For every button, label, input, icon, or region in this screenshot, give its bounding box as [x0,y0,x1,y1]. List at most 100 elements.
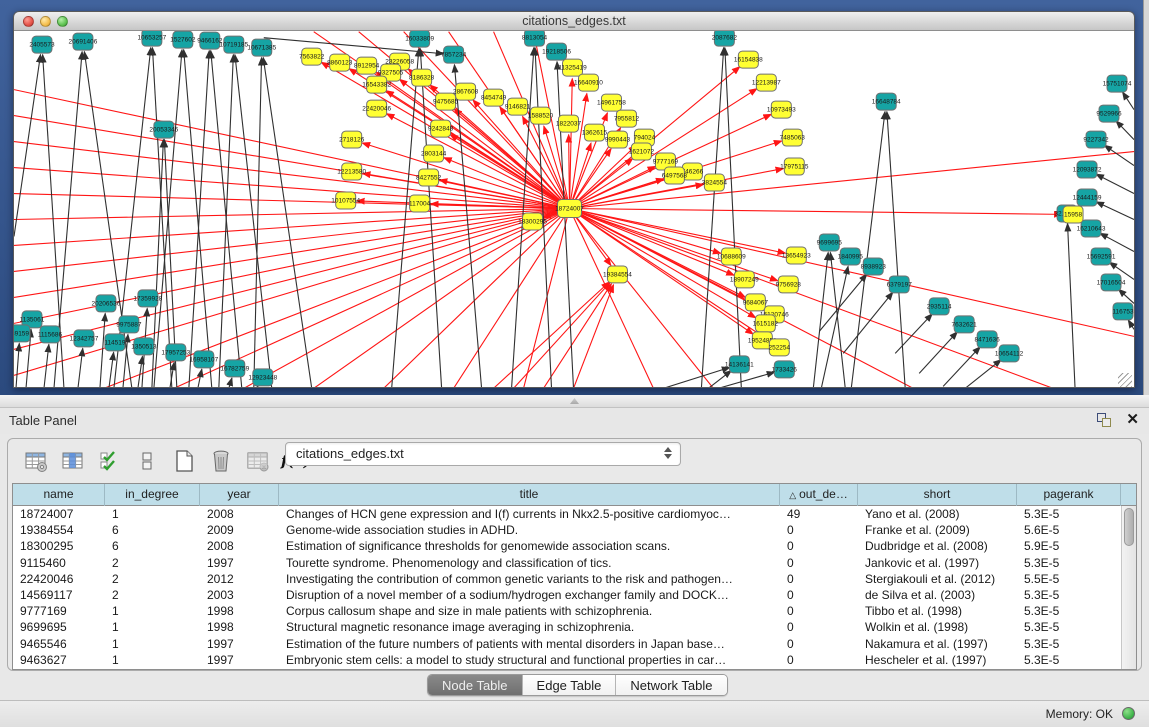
graph-node-1621072[interactable]: 1621072 [629,143,655,160]
graph-node-16958107[interactable]: 16958107 [189,351,218,368]
graph-node-17359928[interactable]: 17359928 [133,290,162,307]
graph-node-8860123[interactable]: 8860123 [327,54,353,71]
graph-node-16782759[interactable]: 16782759 [220,360,249,377]
graph-node-9756928[interactable]: 9756928 [776,276,802,293]
table-row[interactable]: 946554611997Estimation of the future num… [13,636,1136,652]
graph-node-1350513[interactable]: 1350513 [131,338,157,355]
graph-node-10107554[interactable]: 10107554 [331,192,360,209]
column-header-year[interactable]: year [200,484,279,506]
column-header-name[interactable]: name [13,484,105,506]
graph-node-2803144[interactable]: 2803144 [421,145,447,162]
graph-node-12213580[interactable]: 12213580 [337,163,366,180]
graph-node-1362615[interactable]: 1362615 [582,124,608,141]
divider-grip-icon[interactable] [570,398,579,404]
graph-node-2935114[interactable]: 2935114 [927,298,952,315]
graph-node-116753[interactable]: 116753 [1112,303,1134,320]
column-header-short[interactable]: short [858,484,1017,506]
graph-node-8186328[interactable]: 8186328 [409,69,435,86]
graph-node-9699695[interactable]: 9699695 [817,234,843,251]
table-row[interactable]: 2242004622012Investigating the contribut… [13,571,1136,587]
table-row[interactable]: 1830029562008Estimation of significance … [13,538,1136,554]
graph-node-117004[interactable]: 117004 [409,195,431,212]
graph-node-18907249[interactable]: 18907249 [730,271,759,288]
graph-node-15751074[interactable]: 15751074 [1103,75,1132,92]
graph-node-10688609[interactable]: 10688609 [717,248,746,265]
column-header-out_de[interactable]: △out_de… [780,484,858,506]
graph-node-7632621[interactable]: 7632621 [952,316,978,333]
graph-node-10973493[interactable]: 10973493 [767,101,796,118]
graph-node-2718126[interactable]: 2718126 [339,131,365,148]
maximize-window-button[interactable] [57,16,68,27]
table-row[interactable]: 911546021997Tourette syndrome. Phenomeno… [13,555,1136,571]
graph-node-11325419[interactable]: 11325419 [558,59,587,76]
graph-node-6497568[interactable]: 6497568 [662,167,688,184]
network-graph[interactable]: 2405573206914061065325715276029466162107… [14,31,1134,388]
graph-node-9990443[interactable]: 9990443 [605,131,631,148]
stacked-squares-icon[interactable] [133,448,160,475]
graph-node-7955812[interactable]: 7955812 [614,110,640,127]
graph-node-18724007[interactable]: 18724007 [555,200,584,218]
table-row[interactable]: 1872400712008Changes of HCN gene express… [13,506,1136,522]
graph-node-12923448[interactable]: 12923448 [248,369,277,386]
graph-node-9242848[interactable]: 9242848 [428,120,454,137]
close-panel-icon[interactable]: ✕ [1126,412,1139,428]
table-settings-icon[interactable] [22,448,49,475]
graph-node-1615182[interactable]: 1615182 [753,315,779,332]
graph-node-10719185[interactable]: 10719185 [219,36,248,53]
graph-node-17957253[interactable]: 17957253 [161,344,190,361]
graph-node-16640910[interactable]: 16640910 [574,74,603,91]
import-table-icon[interactable] [244,448,271,475]
graph-node-9529966[interactable]: 9529966 [1096,105,1122,122]
minimize-window-button[interactable] [40,16,51,27]
graph-node-8938923[interactable]: 8938923 [861,258,887,275]
table-source-select[interactable]: citations_edges.txt [285,442,681,466]
graph-node-12093872[interactable]: 12093872 [1073,161,1102,178]
graph-node-252254[interactable]: 252254 [768,339,790,356]
graph-node-14136141[interactable]: 14136141 [725,356,754,373]
graph-node-6379197[interactable]: 6379197 [887,276,913,293]
graph-node-12213987[interactable]: 12213987 [752,74,781,91]
graph-node-17975115[interactable]: 17975115 [780,158,809,175]
graph-node-20206536[interactable]: 20206536 [91,295,120,312]
graph-node-19218506[interactable]: 19218506 [542,43,571,60]
graph-node-8813054[interactable]: 8813054 [522,31,548,46]
graph-node-10671385[interactable]: 10671385 [247,39,276,56]
tab-edge-table[interactable]: Edge Table [523,675,617,695]
graph-node-13654923[interactable]: 13654923 [782,247,811,264]
table-row[interactable]: 969969511998Structural magnetic resonanc… [13,619,1136,635]
graph-node-19384554[interactable]: 19384554 [603,266,632,283]
tab-node-table[interactable]: Node Table [428,675,523,695]
graph-node-7563822[interactable]: 7563822 [299,48,325,65]
graph-node-7485063[interactable]: 7485063 [780,129,806,146]
graph-node-10653257[interactable]: 10653257 [137,31,166,46]
column-header-title[interactable]: title [279,484,780,506]
graph-node-9146821[interactable]: 9146821 [505,98,531,115]
graph-node-1115686[interactable]: 1115686 [38,326,63,343]
graph-node-9975887[interactable]: 9975887 [116,316,142,333]
table-row[interactable]: 1938455462009Genome-wide association stu… [13,522,1136,538]
graph-node-8912954[interactable]: 8912954 [354,57,380,74]
panel-divider[interactable] [0,395,1149,408]
table-row[interactable]: 977716911998Corpus callosum shape and si… [13,603,1136,619]
graph-node-39159[interactable]: 39159 [14,325,30,342]
graph-node-16154838[interactable]: 16154838 [734,51,763,68]
float-panel-icon[interactable] [1096,412,1112,428]
graph-node-12342757[interactable]: 12342757 [70,330,99,347]
scrollbar-thumb[interactable] [1124,508,1134,546]
graph-node-2867608[interactable]: 2867608 [453,83,479,100]
graph-node-15958[interactable]: 15958 [1063,206,1083,223]
graph-node-9475685[interactable]: 9475685 [433,93,459,110]
table-vertical-scrollbar[interactable] [1121,506,1136,669]
graph-node-15692591[interactable]: 15692591 [1087,248,1116,265]
column-header-in_degree[interactable]: in_degree [105,484,200,506]
graph-node-1733426[interactable]: 1733426 [772,361,798,378]
graph-node-20691406[interactable]: 20691406 [69,33,98,50]
graph-node-10654112[interactable]: 10654112 [995,345,1024,362]
table-row[interactable]: 946362711997Embryonic stem cells: a mode… [13,652,1136,668]
graph-node-16033809[interactable]: 16033809 [405,31,434,47]
graph-node-8454749[interactable]: 8454749 [481,89,507,106]
graph-node-1822037[interactable]: 1822037 [556,115,582,132]
table-row[interactable]: 1456911722003Disruption of a novel membe… [13,587,1136,603]
graph-node-1588520[interactable]: 1588520 [528,107,554,124]
graph-node-7857234[interactable]: 7857234 [441,46,467,63]
